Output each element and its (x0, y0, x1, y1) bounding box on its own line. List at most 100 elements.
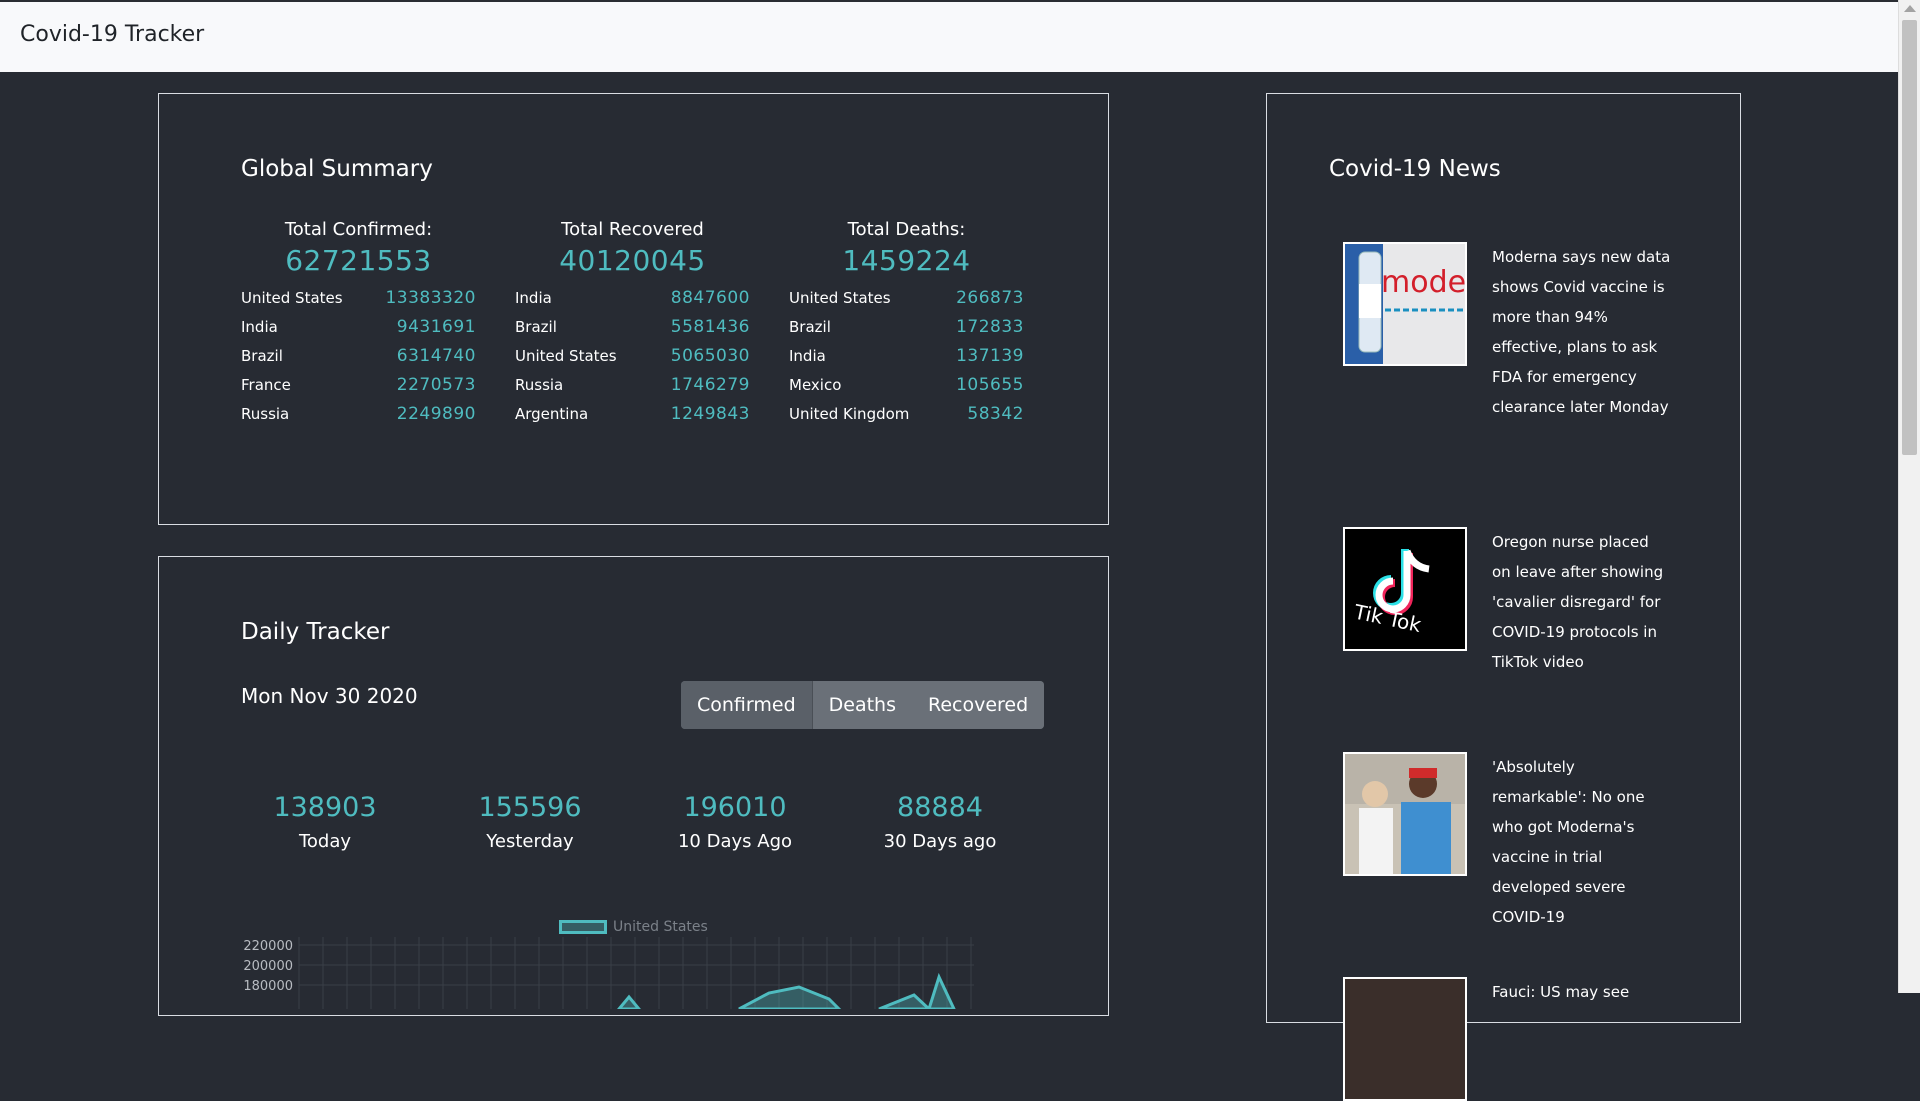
country-name: United States (515, 346, 617, 365)
metric-tabs: Confirmed Deaths Recovered (681, 681, 1045, 729)
country-name: Brazil (515, 317, 557, 336)
country-value: 13383320 (385, 287, 476, 308)
deaths-list: United States 266873 Brazil 172833 India 13… (789, 283, 1024, 428)
tiktok-logo-image[interactable]: Tik Tok (1343, 527, 1467, 651)
list-item: Russia 1746279 (515, 370, 750, 399)
stat-label: Today (298, 831, 352, 852)
list-item: India 137139 (789, 341, 1024, 370)
stat-10-days-ago: 196010 10 Days Ago (645, 792, 825, 852)
country-name: Argentina (515, 404, 589, 423)
stat-yesterday: 155596 Yesterday (440, 792, 620, 852)
recovered-list: India 8847600 Brazil 5581436 United States… (515, 283, 750, 428)
country-value: 266873 (956, 287, 1024, 308)
news-card: Covid-19 News moderna Moderna says new d… (1266, 93, 1741, 1101)
series-area (617, 972, 956, 1009)
chart-series-area (617, 972, 956, 1009)
tab-deaths[interactable]: Deaths (812, 681, 912, 729)
chart-grid (298, 937, 974, 1009)
country-name: India (241, 317, 278, 336)
confirmed-list: United States 13383320 India 9431691 Brazi… (241, 283, 476, 428)
country-value: 9431691 (396, 316, 476, 337)
vaccine-trial-photo[interactable] (1343, 752, 1467, 876)
global-summary-title: Global Summary (241, 156, 433, 182)
country-value: 5065030 (670, 345, 750, 366)
news-photo[interactable] (1343, 977, 1467, 1101)
list-item: Russia 2249890 (241, 399, 476, 428)
stat-label: 30 Days ago (883, 831, 997, 852)
page-scrollbar[interactable] (1898, 0, 1920, 993)
country-name: Mexico (789, 375, 842, 394)
confirmed-column: Total Confirmed: 62721553 United States 1… (241, 219, 476, 428)
country-value: 137139 (956, 345, 1024, 366)
y-tick-label: 220000 (243, 939, 293, 954)
stat-value: 138903 (273, 792, 377, 823)
deaths-total: 1459224 (842, 244, 971, 277)
country-name: United States (241, 288, 343, 307)
legend-label: United States (613, 919, 708, 935)
list-item: India 9431691 (241, 312, 476, 341)
country-value: 1249843 (670, 403, 750, 424)
country-value: 58342 (967, 403, 1024, 424)
tab-recovered[interactable]: Recovered (912, 681, 1045, 729)
list-item: Brazil 6314740 (241, 341, 476, 370)
news-headline[interactable]: Oregon nurse placed on leave after showi… (1492, 527, 1672, 677)
news-headline[interactable]: Moderna says new data shows Covid vaccin… (1492, 242, 1672, 422)
list-item: Argentina 1249843 (515, 399, 750, 428)
country-value: 172833 (956, 316, 1024, 337)
list-item: India 8847600 (515, 283, 750, 312)
country-value: 105655 (956, 374, 1024, 395)
country-name: Russia (241, 404, 290, 423)
stat-today: 138903 Today (235, 792, 415, 852)
y-tick-label: 180000 (243, 979, 293, 994)
country-name: Brazil (241, 346, 283, 365)
list-item: Brazil 172833 (789, 312, 1024, 341)
list-item: United Kingdom 58342 (789, 399, 1024, 428)
country-value: 6314740 (396, 345, 476, 366)
moderna-logo-text: moderna (1381, 265, 1465, 300)
deaths-column: Total Deaths: 1459224 United States 26687… (789, 219, 1024, 428)
navbar: Covid-19 Tracker (0, 0, 1898, 72)
country-name: Brazil (789, 317, 831, 336)
list-item: United States 266873 (789, 283, 1024, 312)
legend-swatch (559, 920, 607, 934)
country-value: 5581436 (670, 316, 750, 337)
deaths-label: Total Deaths: (847, 219, 966, 240)
stat-value: 88884 (897, 792, 983, 823)
stat-label: Yesterday (486, 831, 574, 852)
recovered-total: 40120045 (559, 244, 706, 277)
chart-legend[interactable]: United States (559, 919, 708, 935)
country-value: 8847600 (670, 287, 750, 308)
news-headline[interactable]: 'Absolutely remarkable': No one who got … (1492, 752, 1672, 932)
daily-tracker-card: Daily Tracker Mon Nov 30 2020 Confirmed … (158, 556, 1109, 1016)
confirmed-total: 62721553 (285, 244, 432, 277)
country-name: France (241, 375, 291, 394)
moderna-vaccine-image[interactable]: moderna (1343, 242, 1467, 366)
recovered-label: Total Recovered (561, 219, 704, 240)
country-name: India (789, 346, 826, 365)
scroll-thumb[interactable] (1902, 20, 1917, 455)
country-name: Russia (515, 375, 564, 394)
country-name: United States (789, 288, 891, 307)
stat-label: 10 Days Ago (677, 831, 793, 852)
list-item: France 2270573 (241, 370, 476, 399)
global-summary-card: Global Summary Total Confirmed: 62721553… (158, 93, 1109, 525)
current-date: Mon Nov 30 2020 (241, 684, 418, 708)
confirmed-label: Total Confirmed: (284, 219, 433, 240)
tab-confirmed[interactable]: Confirmed (681, 681, 813, 729)
stat-value: 155596 (478, 792, 582, 823)
list-item: Brazil 5581436 (515, 312, 750, 341)
y-tick-label: 200000 (243, 959, 293, 974)
list-item: United States 13383320 (241, 283, 476, 312)
news-headline[interactable]: Fauci: US may see (1492, 977, 1672, 1007)
recovered-column: Total Recovered 40120045 India 8847600 Br… (515, 219, 750, 428)
news-title: Covid-19 News (1329, 156, 1501, 182)
country-value: 2249890 (396, 403, 476, 424)
daily-tracker-title: Daily Tracker (241, 619, 390, 645)
stat-value: 196010 (683, 792, 787, 823)
country-name: United Kingdom (789, 404, 910, 423)
scroll-up-arrow-icon[interactable] (1904, 5, 1916, 12)
brand-title[interactable]: Covid-19 Tracker (20, 22, 204, 47)
country-value: 1746279 (670, 374, 750, 395)
country-name: India (515, 288, 552, 307)
daily-chart: 220000 200000 180000 (243, 937, 974, 1009)
